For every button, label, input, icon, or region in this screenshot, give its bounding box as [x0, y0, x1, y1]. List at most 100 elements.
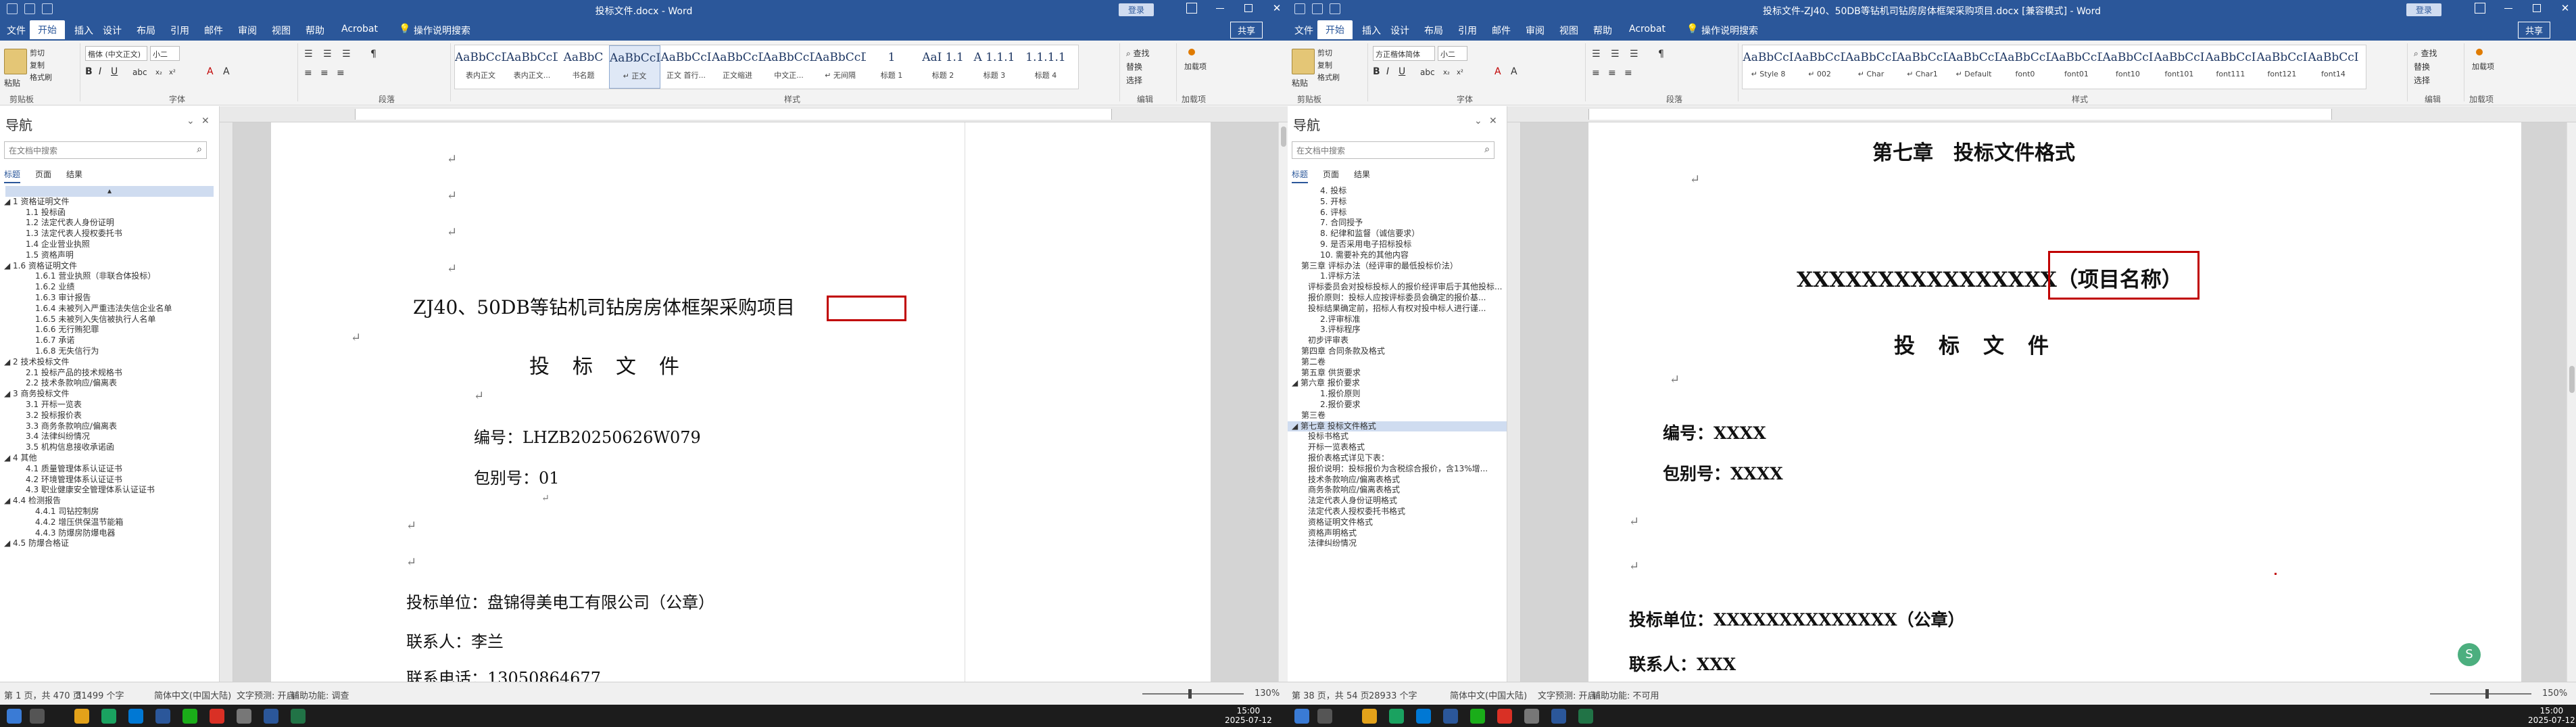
tab-references[interactable]: 引用: [1458, 24, 1477, 37]
underline-icon[interactable]: U: [1399, 66, 1405, 77]
font-color-icon[interactable]: A: [207, 66, 214, 77]
nav-heading-item[interactable]: 9. 是否采用电子招标投标: [1288, 239, 1507, 250]
bullets-icon[interactable]: ☰: [304, 49, 313, 60]
tab-home[interactable]: 开始: [30, 20, 65, 39]
accessibility-status[interactable]: 辅助功能: 调查: [291, 688, 349, 701]
tab-insert[interactable]: 插入: [74, 24, 93, 37]
find-button[interactable]: ⌕ 查找: [1126, 47, 1150, 59]
language-indicator[interactable]: 简体中文(中国大陆): [1450, 688, 1527, 701]
nav-heading-item[interactable]: 2.2 技术条款响应/偏离表: [0, 378, 219, 389]
nav-heading-item[interactable]: ◢ 1.6 资格证明文件: [0, 261, 219, 272]
nav-heading-item[interactable]: 4.4.3 防爆房防爆电器: [0, 528, 219, 539]
login-button[interactable]: 登录: [1119, 3, 1155, 16]
strikethrough-icon[interactable]: abc: [132, 68, 147, 77]
vertical-scrollbar[interactable]: [2567, 122, 2576, 682]
nav-heading-item[interactable]: 商务条款响应/偏离表格式: [1288, 485, 1507, 496]
nav-heading-item[interactable]: 第五章 供货要求: [1288, 368, 1507, 379]
wechat-icon[interactable]: [1470, 709, 1485, 724]
highlight-icon[interactable]: A: [1511, 66, 1517, 77]
style-10[interactable]: AaI 1.1 标题 2: [917, 45, 969, 89]
file-explorer-icon[interactable]: [1362, 709, 1377, 724]
nav-heading-item[interactable]: 4.4.1 司钻控制房: [0, 507, 219, 517]
wechat-icon[interactable]: [183, 709, 197, 724]
nav-heading-item[interactable]: 1.6.5 未被列入失信被执行人名单: [0, 314, 219, 325]
nav-tab-headings[interactable]: 标题: [1292, 168, 1309, 183]
edge-icon[interactable]: [128, 709, 143, 724]
nav-heading-item[interactable]: 技术条款响应/偏离表格式: [1288, 475, 1507, 486]
chrome-icon[interactable]: [1389, 709, 1404, 724]
word-icon[interactable]: [1551, 709, 1566, 724]
superscript-icon[interactable]: x²: [1457, 69, 1463, 76]
nav-heading-item[interactable]: 1.1 投标函: [0, 208, 219, 218]
nav-heading-item[interactable]: 3.评标程序: [1288, 325, 1507, 335]
tab-review[interactable]: 审阅: [1526, 24, 1545, 37]
bullets-icon[interactable]: ☰: [1592, 49, 1601, 60]
nav-heading-item[interactable]: 3.2 投标报价表: [0, 411, 219, 421]
nav-heading-item[interactable]: 3.1 开标一览表: [0, 400, 219, 411]
pdf-icon[interactable]: [1497, 709, 1512, 724]
tab-design[interactable]: 设计: [1390, 24, 1409, 37]
align-left-icon[interactable]: ≡: [304, 68, 312, 78]
start-icon[interactable]: [1294, 709, 1309, 724]
format-painter-button[interactable]: 格式刷: [30, 72, 52, 83]
minimize-icon[interactable]: [1215, 3, 1225, 14]
nav-heading-item[interactable]: 资格证明文件格式: [1288, 517, 1507, 528]
word-icon[interactable]: [264, 709, 278, 724]
nav-heading-item[interactable]: ▴: [5, 186, 214, 197]
tab-mailings[interactable]: 邮件: [1492, 24, 1511, 37]
addin-button[interactable]: 加载项: [2472, 61, 2494, 72]
nav-heading-item[interactable]: 3.5 机构信息接收承诺函: [0, 442, 219, 453]
nav-heading-item[interactable]: 法定代表人授权委托书格式: [1288, 507, 1507, 517]
align-right-icon[interactable]: ≡: [1624, 68, 1632, 78]
nav-heading-item[interactable]: 6. 评标: [1288, 208, 1507, 218]
tab-references[interactable]: 引用: [170, 24, 189, 37]
style-7[interactable]: AaBbCcD 中文正...: [763, 45, 815, 89]
style-11[interactable]: AaBbCcI font121: [2256, 45, 2308, 89]
share-button[interactable]: 共享: [1230, 22, 1263, 39]
nav-heading-item[interactable]: 第四章 合同条款及格式: [1288, 346, 1507, 357]
nav-heading-item[interactable]: 2.评审标准: [1288, 314, 1507, 325]
document-page[interactable]: 第七章 投标文件格式 ↵ XXXXXXXXXXXXXXXX（项目名称） 投 标 …: [1588, 122, 2521, 682]
nav-heading-item[interactable]: 1.6.2 业绩: [0, 282, 219, 293]
nav-close-icon[interactable]: ✕: [201, 116, 210, 126]
nav-heading-item[interactable]: ◢ 4 其他: [0, 453, 219, 464]
nav-heading-item[interactable]: ◢ 4.4 检测报告: [0, 496, 219, 507]
tray-clock[interactable]: 15:00 2025-07-12: [1225, 706, 1272, 725]
document-page[interactable]: ↵ ↵ ↵ ↵ ZJ40、50DB等钻机司钻房房体框架采购项目 ↵ 投 标 文 …: [271, 122, 1211, 682]
nav-heading-item[interactable]: 4.4.2 增压供保温节能箱: [0, 517, 219, 528]
style-9[interactable]: AaBbCcI font101: [2154, 45, 2205, 89]
nav-options-icon[interactable]: ⌄: [1474, 116, 1482, 126]
tab-insert[interactable]: 插入: [1362, 24, 1381, 37]
nav-heading-item[interactable]: 1.6.1 营业执照（非联合体投标）: [0, 271, 219, 282]
file-explorer-icon[interactable]: [74, 709, 89, 724]
search-icon[interactable]: ⌕: [1484, 144, 1490, 155]
app-icon[interactable]: [1524, 709, 1539, 724]
search-icon[interactable]: ⌕: [197, 144, 202, 155]
tab-file[interactable]: 文件: [7, 24, 26, 37]
tab-layout[interactable]: 布局: [1424, 24, 1443, 37]
nav-heading-item[interactable]: 4.1 质量管理体系认证证书: [0, 464, 219, 475]
highlight-icon[interactable]: A: [223, 66, 230, 77]
nav-heading-item[interactable]: 1.2 法定代表人身份证明: [0, 218, 219, 229]
italic-icon[interactable]: I: [1386, 66, 1389, 77]
style-3[interactable]: AaBbC 书名题: [558, 45, 609, 89]
style-8[interactable]: AaBbCcI font10: [2102, 45, 2154, 89]
align-left-icon[interactable]: ≡: [1592, 68, 1600, 78]
nav-heading-item[interactable]: 3.4 法律纠纷情况: [0, 431, 219, 442]
tab-acrobat[interactable]: Acrobat: [341, 24, 378, 34]
style-3[interactable]: AaBbCcD ↵ Char: [1845, 45, 1897, 89]
numbering-icon[interactable]: ☰: [1611, 49, 1620, 60]
nav-heading-item[interactable]: 1.3 法定代表人授权委托书: [0, 229, 219, 239]
tab-view[interactable]: 视图: [272, 24, 291, 37]
italic-icon[interactable]: I: [99, 66, 101, 77]
align-center-icon[interactable]: ≡: [320, 68, 329, 78]
nav-heading-item[interactable]: 资格声明格式: [1288, 528, 1507, 539]
nav-close-icon[interactable]: ✕: [1489, 116, 1497, 126]
nav-heading-item[interactable]: 第三章 评标办法（经评审的最低投标价法）: [1288, 261, 1507, 272]
nav-heading-item[interactable]: 1.报价原则: [1288, 389, 1507, 400]
style-5[interactable]: AaBbCcI 正文 首行...: [660, 45, 712, 89]
page-indicator[interactable]: 第 1 页，共 470 页: [4, 688, 82, 701]
paste-icon[interactable]: [4, 49, 27, 74]
find-button[interactable]: ⌕ 查找: [2414, 47, 2437, 59]
nav-heading-item[interactable]: 投标结果确定前，招标人有权对投中标人进行谨...: [1288, 304, 1507, 314]
